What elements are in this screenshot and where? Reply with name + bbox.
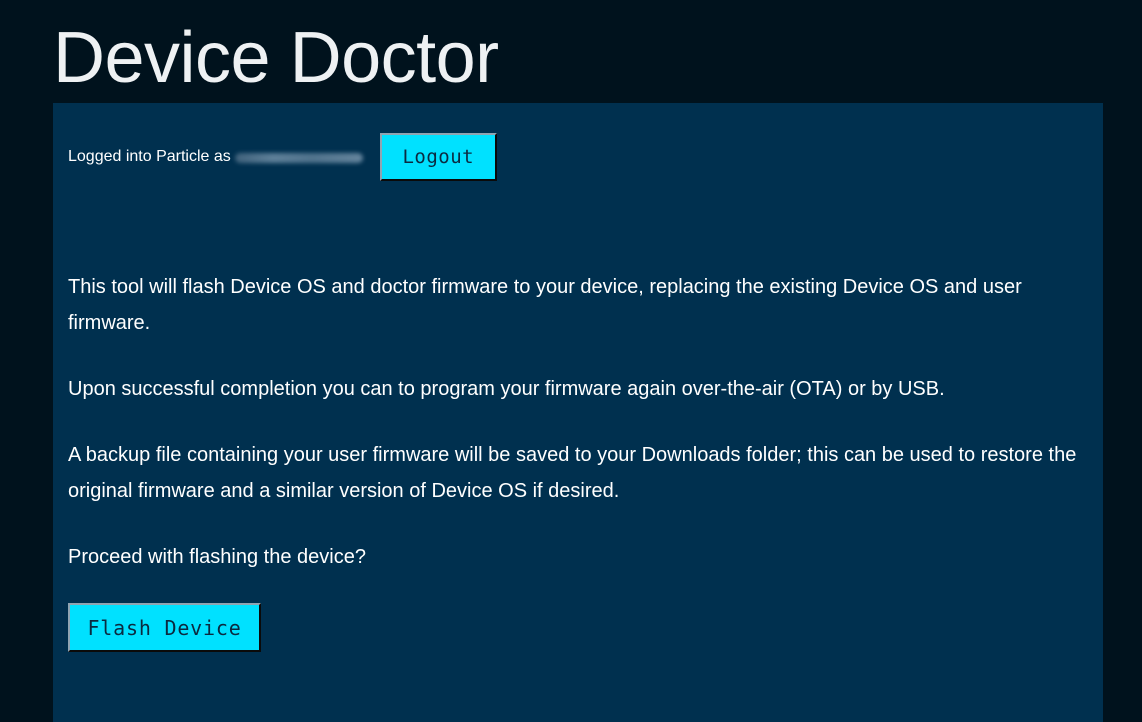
logged-in-label: Logged into Particle as — [68, 148, 231, 165]
logout-button[interactable]: Logout — [379, 133, 497, 181]
page-title: Device Doctor — [53, 18, 499, 98]
instructions: This tool will flash Device OS and docto… — [68, 269, 1086, 605]
account-email-redacted — [234, 153, 363, 163]
instruction-paragraph: This tool will flash Device OS and docto… — [68, 276, 1022, 334]
confirm-question: Proceed with flashing the device? — [68, 546, 366, 568]
instruction-paragraph: A backup file containing your user firmw… — [68, 444, 1077, 502]
flash-device-button[interactable]: Flash Device — [68, 603, 261, 652]
device-doctor-panel: Logged into Particle as Logout This tool… — [53, 103, 1103, 722]
instruction-paragraph: Upon successful completion you can to pr… — [68, 378, 945, 400]
login-status-row: Logged into Particle as Logout — [68, 133, 497, 181]
